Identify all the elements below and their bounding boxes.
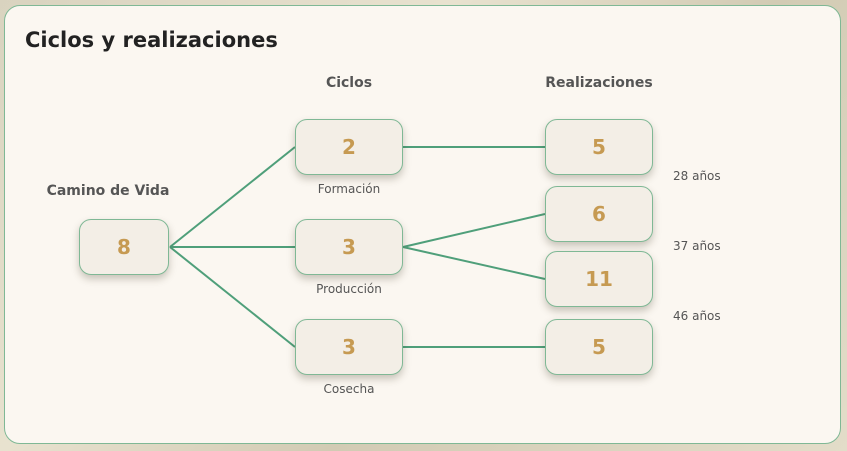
cycle-node-3: 3: [295, 319, 403, 375]
realization-node-2: 6: [545, 186, 653, 242]
connector-life-to-cycle-3: [169, 246, 296, 348]
cycle-label-2: Producción: [316, 282, 382, 296]
cycle-node-1: 2: [295, 119, 403, 175]
cycles-card: Ciclos y realizaciones Camino de Vida Ci…: [4, 5, 841, 444]
cycle-label-1: Formación: [317, 182, 381, 196]
age-label-1: 28 años: [673, 169, 721, 183]
realization-node-1: 5: [545, 119, 653, 175]
age-label-2: 37 años: [673, 239, 721, 253]
realization-node-4: 5: [545, 319, 653, 375]
realization-node-3: 11: [545, 251, 653, 307]
connector-cycle-2-to-realization-3: [402, 246, 546, 280]
age-label-3: 46 años: [673, 309, 721, 323]
life-path-node: 8: [79, 219, 169, 275]
cycle-label-3: Cosecha: [323, 382, 375, 396]
cycle-node-2: 3: [295, 219, 403, 275]
connector-life-to-cycle-1: [169, 146, 296, 248]
connector-cycle-2-to-realization-2: [402, 213, 546, 248]
